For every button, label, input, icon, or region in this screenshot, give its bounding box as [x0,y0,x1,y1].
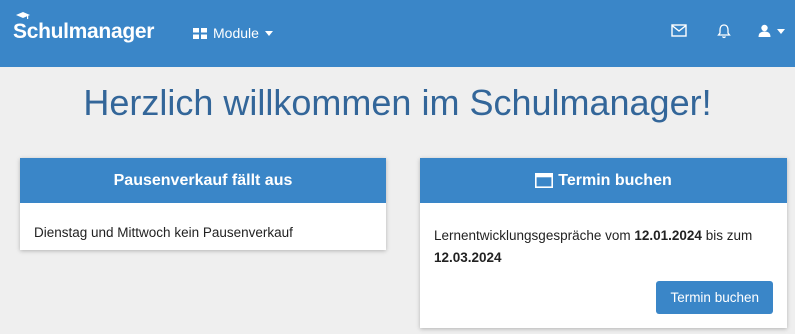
card-title: Pausenverkauf fällt aus [20,158,386,203]
brand-logo[interactable]: Schulmanager [13,12,155,44]
bell-icon [717,24,731,39]
card-title: Termin buchen [558,172,672,189]
messages-button[interactable] [671,24,687,42]
grid-icon [193,27,207,39]
top-navbar: Schulmanager Module [0,0,795,67]
card-body: Dienstag und Mittwoch kein Pausenverkauf [34,225,293,240]
notifications-button[interactable] [717,24,731,44]
graduation-cap-icon [16,12,30,19]
termin-buchen-button[interactable]: Termin buchen [656,281,773,314]
card-header: Termin buchen [420,158,787,203]
modules-label: Module [213,25,259,41]
termin-text-middle: bis zum [701,228,753,243]
calendar-icon [535,173,554,188]
chevron-down-icon [777,28,785,34]
modules-dropdown[interactable]: Module [193,25,273,41]
card-body: Lernentwicklungsgespräche vom 12.01.2024… [420,203,787,269]
termin-date-start: 12.01.2024 [634,228,702,243]
card-termin-buchen: Termin buchen Lernentwicklungsgespräche … [420,158,787,328]
page-title: Herzlich willkommen im Schulmanager! [83,82,712,123]
termin-text-prefix: Lernentwicklungsgespräche vom [434,228,635,243]
chevron-down-icon [264,31,273,36]
brand-name: Schulmanager [13,20,155,43]
user-icon [758,24,771,37]
card-pausenverkauf: Pausenverkauf fällt aus Dienstag und Mit… [20,158,386,250]
termin-date-end: 12.03.2024 [434,250,502,265]
mail-icon [671,24,687,37]
user-menu[interactable] [758,24,785,37]
